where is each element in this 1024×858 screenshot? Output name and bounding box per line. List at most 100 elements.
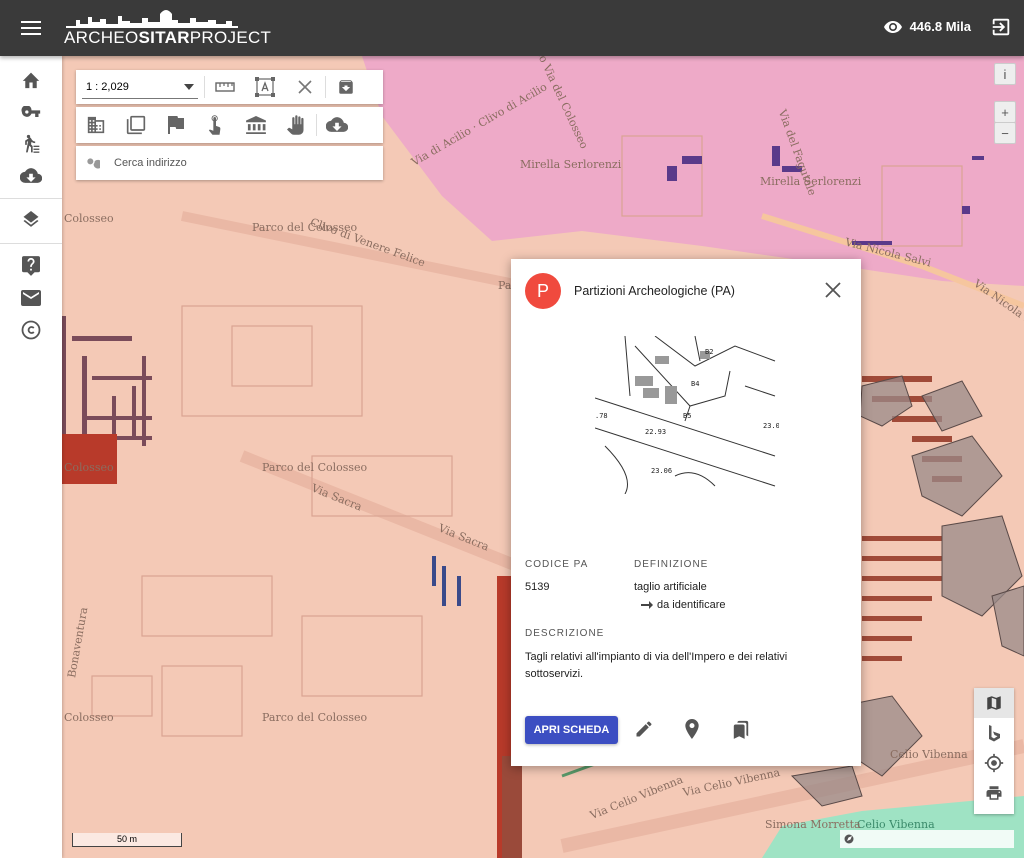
- basemap-map-button[interactable]: [974, 688, 1014, 718]
- touch-button[interactable]: [196, 108, 236, 142]
- sidebar-divider: [0, 243, 62, 244]
- address-search-box: [76, 146, 383, 180]
- key-icon: [21, 106, 41, 117]
- map-label-colosseo: Colosseo: [64, 461, 114, 474]
- copy-button[interactable]: [116, 108, 156, 142]
- help-button[interactable]: [0, 250, 62, 282]
- clear-button[interactable]: [285, 70, 325, 104]
- hand-icon: [287, 115, 304, 135]
- mail-icon: [21, 290, 41, 306]
- map-label-parco: Parco del Colosseo: [262, 711, 368, 724]
- download-button[interactable]: [0, 160, 62, 192]
- plan-label: B5: [683, 412, 691, 420]
- dropdown-arrow-icon: [184, 83, 194, 90]
- compass-icon: [844, 834, 854, 844]
- help-icon: [22, 256, 40, 276]
- apri-scheda-button[interactable]: APRI SCHEDA: [525, 716, 618, 744]
- eye-icon: [883, 20, 902, 33]
- copy-icon: [126, 115, 146, 135]
- map-label-person: Mirella Serlorenzi: [520, 158, 622, 171]
- archive-button[interactable]: [326, 70, 366, 104]
- layers-button[interactable]: [0, 205, 62, 237]
- basemap-bing-button[interactable]: [974, 718, 1014, 748]
- scale-bar: 50 m: [72, 833, 182, 847]
- home-icon: [22, 72, 40, 89]
- subdirectory-arrow-icon: [641, 601, 653, 609]
- credits-button[interactable]: [0, 314, 62, 346]
- map-label-colosseo: Colosseo: [64, 711, 114, 724]
- museum-icon: [246, 116, 266, 134]
- basemap-controls: [974, 688, 1014, 814]
- print-button[interactable]: [974, 778, 1014, 808]
- search-icon: [87, 158, 100, 169]
- plan-label: B2: [705, 348, 713, 356]
- ruler-icon: [215, 82, 235, 92]
- scale-select[interactable]: 1 : 2,029: [82, 75, 198, 99]
- measure-button[interactable]: [205, 70, 245, 104]
- text-annotation-button[interactable]: [245, 70, 285, 104]
- login-key-button[interactable]: [0, 96, 62, 128]
- close-icon: [298, 80, 312, 94]
- popup-title: Partizioni Archeologiche (PA): [574, 284, 735, 298]
- plan-drawing: B2 B4 B5 .78 22.93 23.06 23.0: [594, 335, 780, 495]
- locate-feature-button[interactable]: [683, 719, 707, 743]
- menu-button[interactable]: [0, 0, 62, 56]
- logout-button[interactable]: [990, 16, 1014, 40]
- archive-icon: [339, 80, 353, 94]
- locate-button[interactable]: [974, 748, 1014, 778]
- home-button[interactable]: [0, 64, 62, 96]
- contact-button[interactable]: [0, 282, 62, 314]
- descrizione-label: DESCRIZIONE: [525, 628, 605, 639]
- definizione-sub: da identificare: [641, 599, 726, 611]
- edit-button[interactable]: [634, 719, 658, 743]
- zoom-out-button[interactable]: −: [994, 122, 1016, 144]
- map-label-street: Pa: [498, 279, 512, 292]
- buildings-button[interactable]: [76, 108, 116, 142]
- plan-label: 23.06: [651, 467, 672, 475]
- popup-close-button[interactable]: [821, 278, 845, 302]
- walk-button[interactable]: [0, 128, 62, 160]
- zoom-in-button[interactable]: +: [994, 101, 1016, 123]
- map-label-parco: Parco del Colosseo: [262, 461, 368, 474]
- cloud-download-icon: [326, 117, 348, 132]
- bing-icon: [989, 725, 1000, 742]
- bookmark-button[interactable]: [732, 719, 756, 743]
- small-blue-features: [432, 556, 461, 606]
- attribution-bar[interactable]: [840, 830, 1014, 848]
- layers-icon: [23, 211, 39, 227]
- close-icon: [825, 282, 841, 298]
- flag-icon: [168, 116, 184, 134]
- cloud-download-icon: [20, 168, 42, 183]
- map-icon: [987, 696, 1001, 710]
- red-feature: [62, 434, 117, 484]
- exit-icon: [992, 18, 1010, 36]
- views-counter: 446.8 Mila: [883, 19, 971, 34]
- pan-button[interactable]: [276, 108, 316, 142]
- pencil-icon: [636, 721, 652, 737]
- address-search-input[interactable]: [114, 157, 364, 169]
- info-button[interactable]: i: [994, 63, 1016, 85]
- gps-crosshair-icon: [984, 753, 1004, 773]
- map-label-colosseo: Colosseo: [64, 212, 114, 225]
- plan-label: 23.0: [763, 422, 779, 430]
- red-feature: [502, 756, 522, 858]
- flag-button[interactable]: [156, 108, 196, 142]
- touch-hand-icon: [208, 115, 221, 135]
- plan-thumbnail[interactable]: B2 B4 B5 .78 22.93 23.06 23.0: [594, 335, 780, 495]
- walker-icon: [25, 134, 40, 153]
- plan-label: .78: [595, 412, 608, 420]
- views-count: 446.8 Mila: [909, 19, 971, 34]
- avatar: P: [525, 273, 561, 309]
- sidebar-divider: [0, 198, 62, 199]
- hamburger-menu-icon: [21, 21, 41, 35]
- map-label-street: Celio Vibenna: [890, 748, 968, 761]
- definizione-label: DEFINIZIONE: [634, 559, 709, 570]
- download-data-button[interactable]: [317, 108, 357, 142]
- top-app-bar: ARCHEOSITARPROJECT 446.8 Mila: [0, 0, 1024, 56]
- museum-button[interactable]: [236, 108, 276, 142]
- bookmarks-icon: [733, 720, 749, 739]
- definizione-sub-text: da identificare: [657, 599, 726, 611]
- definizione-value: taglio artificiale: [634, 581, 707, 593]
- archeositar-logo[interactable]: ARCHEOSITARPROJECT: [64, 8, 271, 48]
- scale-value: 1 : 2,029: [86, 80, 129, 93]
